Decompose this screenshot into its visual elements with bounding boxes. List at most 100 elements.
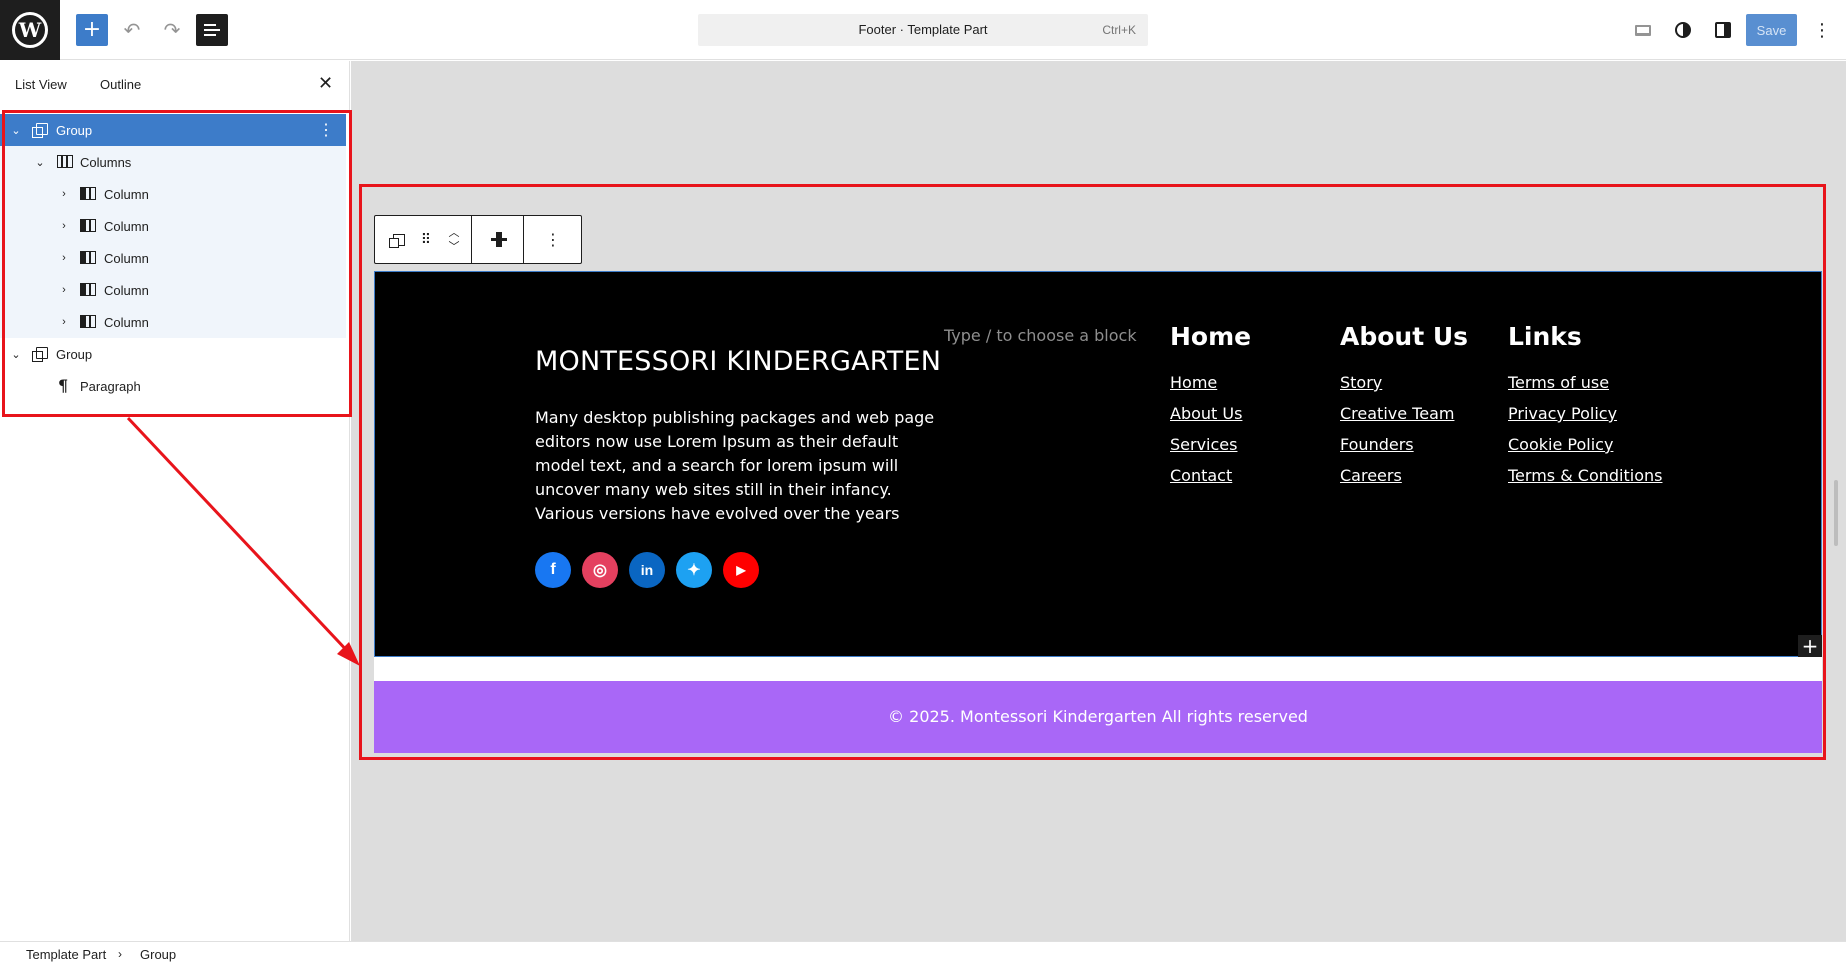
undo-icon: ↶ [123, 18, 141, 42]
redo-button[interactable]: ↷ [156, 14, 188, 46]
undo-button[interactable]: ↶ [116, 14, 148, 46]
justification-button[interactable] [475, 216, 523, 263]
tab-list-view[interactable]: List View [15, 77, 67, 92]
column-icon [80, 283, 96, 296]
chevron-down-icon[interactable]: ⌄ [33, 156, 47, 169]
facebook-icon[interactable]: f [535, 552, 571, 588]
contrast-icon [1675, 22, 1691, 38]
chevron-right-icon[interactable]: › [57, 284, 71, 296]
block-toolbar: ⠿ ︿ ﹀ ⋮ [374, 215, 582, 264]
social-glyph: in [640, 562, 654, 578]
columns-icon [57, 155, 73, 168]
editor-header: W + ↶ ↷ Footer · Template Part Ctrl+K Sa… [0, 0, 1846, 60]
chevron-right-icon[interactable]: › [57, 252, 71, 264]
breadcrumb-item-template-part[interactable]: Template Part [26, 947, 106, 962]
block-placeholder[interactable]: Type / to choose a block [944, 326, 1137, 345]
styles-button[interactable] [1667, 14, 1699, 46]
block-inserter-button[interactable]: + [1798, 635, 1822, 657]
column-heading[interactable]: About Us [1340, 322, 1468, 351]
tree-item-paragraph[interactable]: ¶ Paragraph [0, 370, 346, 402]
list-view-icon [204, 21, 220, 39]
twitter-icon[interactable]: ✦ [676, 552, 712, 588]
instagram-icon[interactable]: ◎ [582, 552, 618, 588]
move-buttons[interactable]: ︿ ﹀ [439, 216, 469, 263]
copyright-group-block[interactable]: © 2025. Montessori Kindergarten All righ… [374, 681, 1822, 753]
chevron-right-icon[interactable]: › [57, 220, 71, 232]
footer-link[interactable]: Founders [1340, 429, 1468, 460]
paragraph-icon: ¶ [58, 376, 69, 395]
chevron-right-icon[interactable]: › [57, 316, 71, 328]
social-icons: f ◎ in ✦ ▶ [535, 552, 770, 588]
block-type-button[interactable] [383, 216, 411, 263]
drag-handle[interactable]: ⠿ [413, 216, 437, 263]
chevron-up-icon[interactable]: ︿ [449, 226, 460, 240]
tree-item-column[interactable]: › Column [0, 210, 346, 242]
footer-link[interactable]: Careers [1340, 460, 1468, 491]
wordpress-icon: W [12, 12, 48, 48]
chevron-down-icon[interactable]: ⌄ [9, 348, 23, 361]
settings-button[interactable] [1707, 14, 1739, 46]
drag-handle-icon: ⠿ [420, 231, 431, 248]
footer-link[interactable]: Terms of use [1508, 367, 1662, 398]
tree-item-column[interactable]: › Column [0, 274, 346, 306]
more-vertical-icon: ⋮ [545, 230, 561, 249]
linkedin-icon[interactable]: in [629, 552, 665, 588]
tree-item-column[interactable]: › Column [0, 306, 346, 338]
wordpress-logo-button[interactable]: W [0, 0, 60, 60]
tree-item-columns[interactable]: ⌄ Columns [0, 146, 346, 178]
footer-link[interactable]: About Us [1170, 398, 1251, 429]
chevron-down-icon[interactable]: ﹀ [449, 240, 460, 254]
document-title: Footer · Template Part [858, 22, 988, 37]
footer-link[interactable]: Terms & Conditions [1508, 460, 1662, 491]
command-palette-bar[interactable]: Footer · Template Part Ctrl+K [698, 14, 1148, 46]
more-vertical-icon[interactable]: ⋮ [318, 120, 334, 140]
social-glyph: ✦ [687, 562, 701, 579]
tree-item-column[interactable]: › Column [0, 178, 346, 210]
tree-item-label: Group [56, 122, 93, 138]
column-heading[interactable]: Home [1170, 322, 1251, 351]
tree-item-label: Column [104, 250, 149, 266]
site-title[interactable]: MONTESSORI KINDERGARTEN [535, 346, 941, 377]
tree-item-group[interactable]: ⌄ Group [0, 338, 346, 370]
footer-link[interactable]: Services [1170, 429, 1251, 460]
footer-column-links: Links Terms of use Privacy Policy Cookie… [1508, 322, 1662, 491]
column-heading[interactable]: Links [1508, 322, 1662, 351]
breadcrumb-item-group[interactable]: Group [140, 947, 176, 962]
footer-column-home: Home Home About Us Services Contact [1170, 322, 1251, 491]
chevron-right-icon: › [118, 947, 122, 961]
footer-link[interactable]: Cookie Policy [1508, 429, 1662, 460]
footer-link[interactable]: Privacy Policy [1508, 398, 1662, 429]
justify-center-icon [491, 232, 507, 247]
canvas-scrollbar[interactable] [1834, 480, 1838, 546]
tree-item-column[interactable]: › Column [0, 242, 346, 274]
options-button[interactable]: ⋮ [1806, 14, 1838, 46]
footer-link[interactable]: Story [1340, 367, 1468, 398]
tree-item-group[interactable]: ⌄ Group ⋮ [0, 114, 346, 146]
sidebar-tabs: List View Outline ✕ [0, 61, 349, 109]
close-icon[interactable]: ✕ [318, 73, 333, 94]
block-tree: ⌄ Group ⋮ ⌄ Columns › Column › Column › … [0, 114, 346, 402]
group-icon [32, 347, 48, 362]
add-block-button[interactable]: + [76, 14, 108, 46]
footer-link[interactable]: Home [1170, 367, 1251, 398]
block-options-button[interactable]: ⋮ [525, 216, 581, 263]
tab-outline[interactable]: Outline [100, 77, 141, 92]
footer-link[interactable]: Contact [1170, 460, 1251, 491]
footer-link[interactable]: Creative Team [1340, 398, 1468, 429]
footer-column-about: About Us Story Creative Team Founders Ca… [1340, 322, 1468, 491]
youtube-icon[interactable]: ▶ [723, 552, 759, 588]
list-view-button[interactable] [196, 14, 228, 46]
save-button[interactable]: Save [1746, 14, 1797, 46]
column-icon [80, 219, 96, 232]
chevron-down-icon[interactable]: ⌄ [9, 124, 23, 137]
column-icon [80, 251, 96, 264]
chevron-right-icon[interactable]: › [57, 188, 71, 200]
social-glyph: f [550, 561, 556, 578]
copyright-text[interactable]: © 2025. Montessori Kindergarten All righ… [374, 707, 1822, 726]
more-vertical-icon: ⋮ [1813, 19, 1831, 41]
sidebar-icon [1715, 22, 1731, 38]
device-preview-button[interactable] [1627, 14, 1659, 46]
footer-group-block[interactable]: MONTESSORI KINDERGARTEN Many desktop pub… [374, 271, 1822, 657]
site-description[interactable]: Many desktop publishing packages and web… [535, 406, 935, 526]
column-icon [80, 315, 96, 328]
